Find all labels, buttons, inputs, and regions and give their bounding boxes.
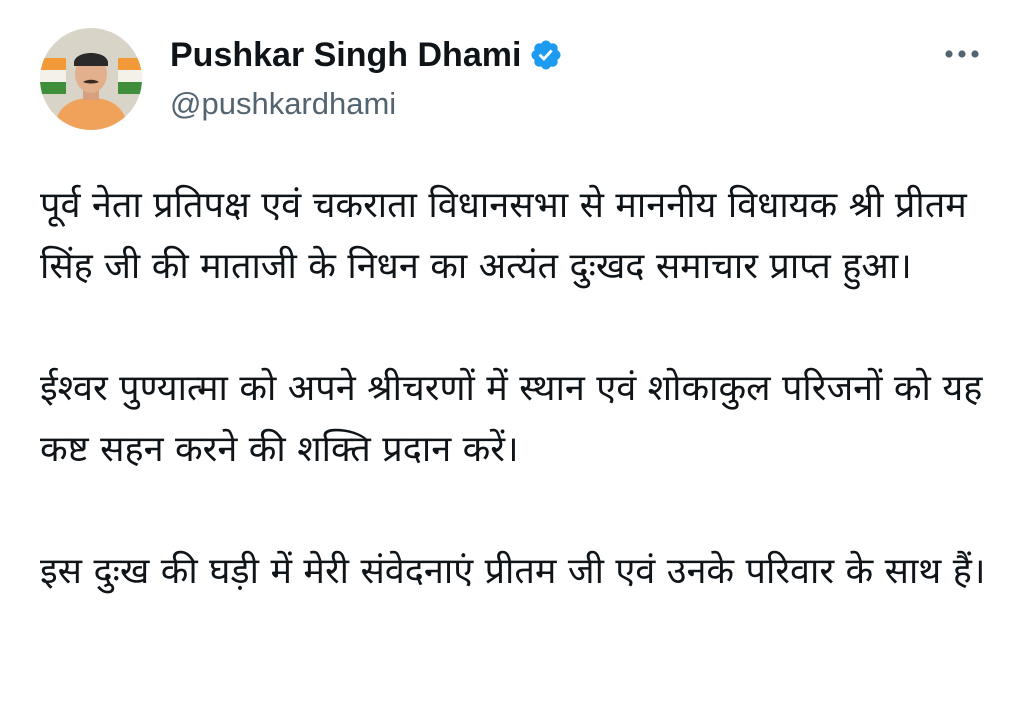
tweet-paragraph: पूर्व नेता प्रतिपक्ष एवं चकराता विधानसभा… (40, 185, 967, 287)
author-avatar[interactable] (40, 28, 142, 130)
tweet-paragraph: ईश्वर पुण्यात्मा को अपने श्रीचरणों में स… (40, 368, 983, 470)
more-horizontal-icon (945, 50, 979, 58)
verified-badge-icon[interactable] (529, 38, 563, 72)
author-handle[interactable]: @pushkardhami (170, 84, 396, 124)
tweet-text: पूर्व नेता प्रतिपक्ष एवं चकराता विधानसभा… (40, 175, 1000, 602)
tweet-paragraph: इस दुःख की घड़ी में मेरी संवेदनाएं प्रीत… (40, 551, 986, 592)
tweet-card: Pushkar Singh Dhami @pushkardhami पूर्व … (0, 0, 1024, 717)
avatar-photo-icon (40, 28, 142, 130)
author-name-row: Pushkar Singh Dhami (170, 32, 563, 78)
author-display-name[interactable]: Pushkar Singh Dhami (170, 32, 521, 78)
more-options-button[interactable] (940, 36, 984, 72)
